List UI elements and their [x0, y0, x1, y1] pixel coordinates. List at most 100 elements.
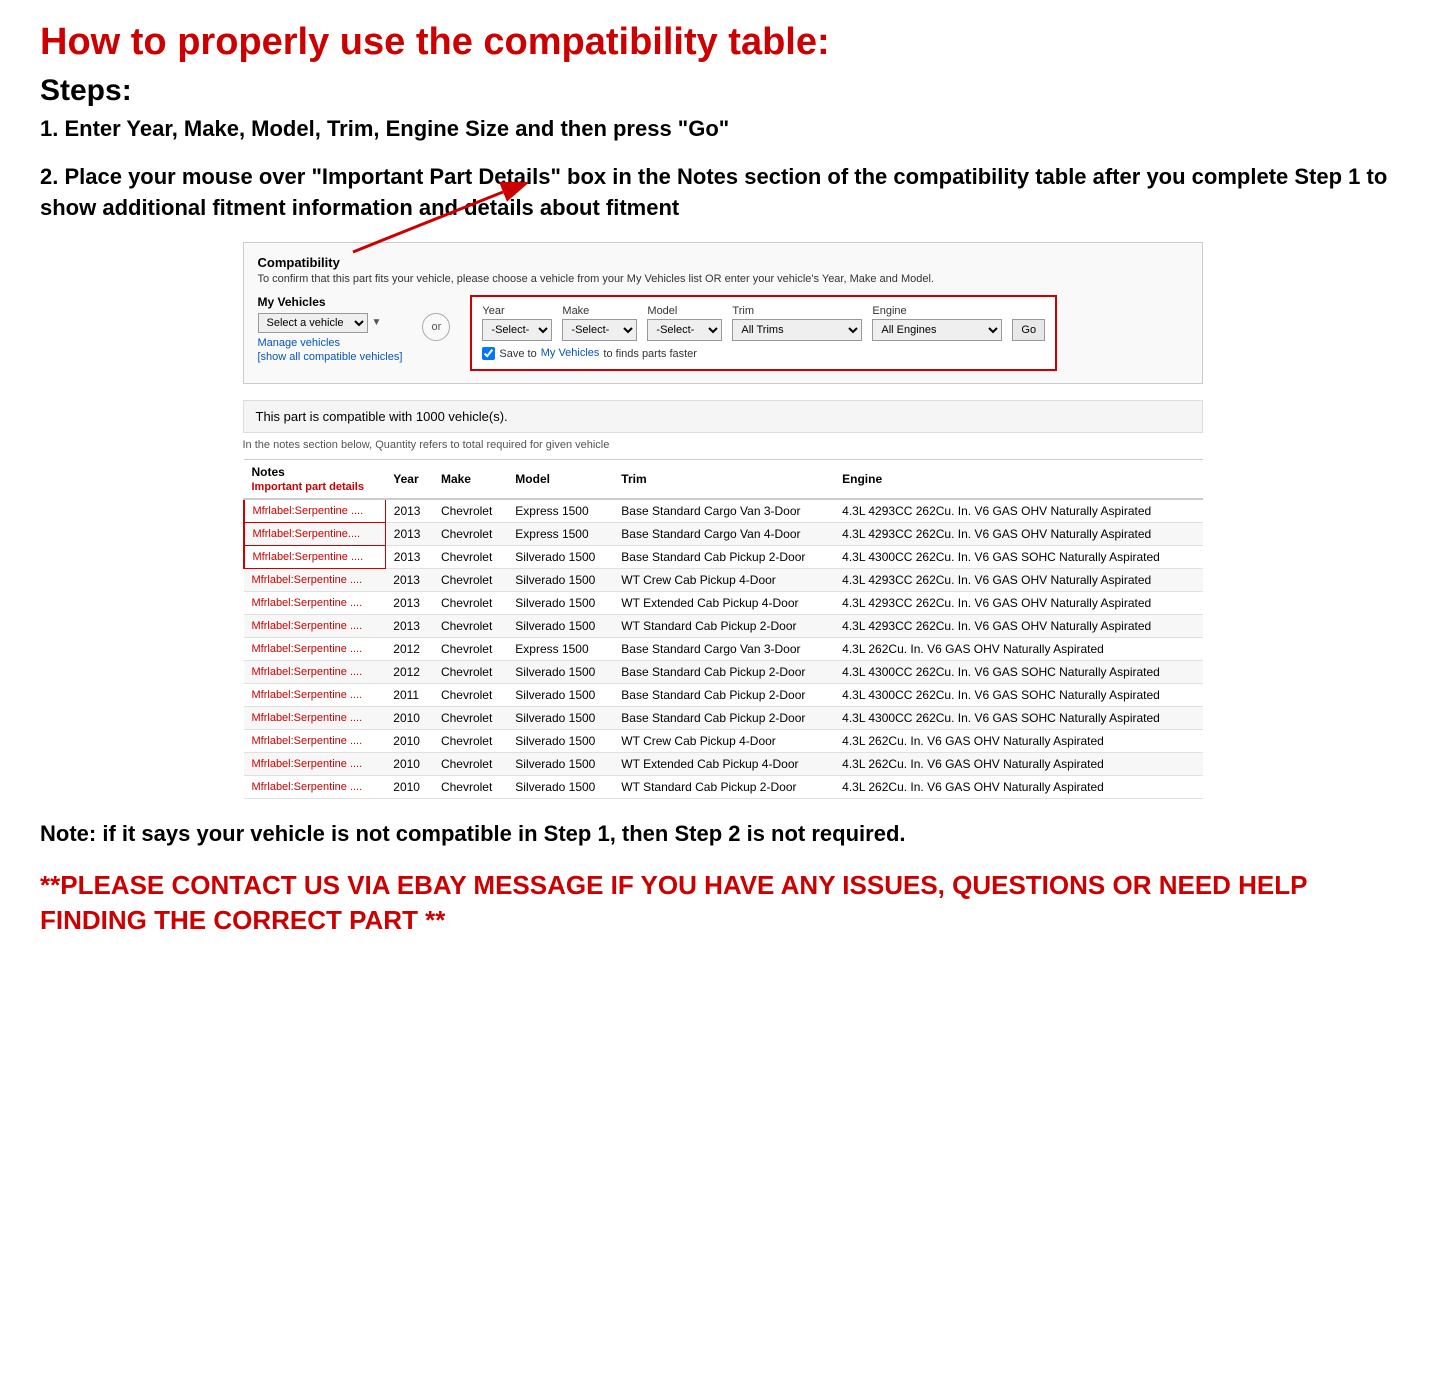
- year-field: Year -Select-: [482, 305, 552, 341]
- year-header: Year: [385, 459, 433, 499]
- year-select[interactable]: -Select-: [482, 319, 552, 341]
- contact-text: **PLEASE CONTACT US VIA EBAY MESSAGE IF …: [40, 868, 1405, 938]
- model-cell: Silverado 1500: [507, 775, 613, 798]
- arrow-annotation: [323, 182, 543, 262]
- save-my-vehicles-link[interactable]: My Vehicles: [541, 347, 600, 359]
- engine-cell: 4.3L 4293CC 262Cu. In. V6 GAS OHV Natura…: [834, 568, 1202, 591]
- trim-label: Trim: [732, 305, 862, 317]
- engine-cell: 4.3L 4293CC 262Cu. In. V6 GAS OHV Natura…: [834, 614, 1202, 637]
- make-cell: Chevrolet: [433, 775, 507, 798]
- make-cell: Chevrolet: [433, 683, 507, 706]
- model-field: Model -Select-: [647, 305, 722, 341]
- engine-select[interactable]: All Engines: [872, 319, 1002, 341]
- notes-cell: Mfrlabel:Serpentine ....: [244, 499, 386, 523]
- select-vehicle-dropdown[interactable]: Select a vehicle: [258, 313, 368, 333]
- model-cell: Express 1500: [507, 499, 613, 523]
- notes-cell: Mfrlabel:Serpentine ....: [244, 545, 386, 568]
- engine-cell: 4.3L 4293CC 262Cu. In. V6 GAS OHV Natura…: [834, 591, 1202, 614]
- notes-header: Notes Important part details: [244, 459, 386, 499]
- table-row: Mfrlabel:Serpentine ....2012ChevroletSil…: [244, 660, 1203, 683]
- step2-text: 2. Place your mouse over "Important Part…: [40, 162, 1405, 224]
- make-field: Make -Select-: [562, 305, 637, 341]
- trim-cell: WT Extended Cab Pickup 4-Door: [613, 591, 834, 614]
- engine-cell: 4.3L 4293CC 262Cu. In. V6 GAS OHV Natura…: [834, 499, 1202, 523]
- table-row: Mfrlabel:Serpentine ....2013ChevroletSil…: [244, 591, 1203, 614]
- make-cell: Chevrolet: [433, 591, 507, 614]
- table-row: Mfrlabel:Serpentine ....2013ChevroletSil…: [244, 614, 1203, 637]
- trim-field: Trim All Trims: [732, 305, 862, 341]
- compatibility-table: Notes Important part details Year Make M…: [243, 459, 1203, 799]
- engine-cell: 4.3L 4300CC 262Cu. In. V6 GAS SOHC Natur…: [834, 706, 1202, 729]
- table-row: Mfrlabel:Serpentine ....2013ChevroletSil…: [244, 568, 1203, 591]
- engine-label: Engine: [872, 305, 1002, 317]
- compatible-count: This part is compatible with 1000 vehicl…: [243, 400, 1203, 433]
- save-checkbox[interactable]: [482, 347, 495, 360]
- model-cell: Silverado 1500: [507, 683, 613, 706]
- trim-cell: WT Standard Cab Pickup 2-Door: [613, 775, 834, 798]
- notes-cell: Mfrlabel:Serpentine ....: [244, 683, 386, 706]
- year-make-section: Year -Select- Make -Select- Model: [470, 295, 1057, 371]
- year-cell: 2010: [385, 706, 433, 729]
- table-row: Mfrlabel:Serpentine ....2010ChevroletSil…: [244, 729, 1203, 752]
- model-cell: Silverado 1500: [507, 591, 613, 614]
- quantity-note: In the notes section below, Quantity ref…: [243, 439, 1203, 451]
- notes-cell: Mfrlabel:Serpentine ....: [244, 568, 386, 591]
- go-button[interactable]: Go: [1012, 319, 1045, 341]
- table-row: Mfrlabel:Serpentine ....2013ChevroletSil…: [244, 545, 1203, 568]
- make-cell: Chevrolet: [433, 522, 507, 545]
- show-all-compatible-link[interactable]: [show all compatible vehicles]: [258, 351, 403, 363]
- trim-cell: WT Crew Cab Pickup 4-Door: [613, 568, 834, 591]
- make-cell: Chevrolet: [433, 499, 507, 523]
- table-row: Mfrlabel:Serpentine....2013ChevroletExpr…: [244, 522, 1203, 545]
- trim-cell: Base Standard Cab Pickup 2-Door: [613, 683, 834, 706]
- year-cell: 2013: [385, 614, 433, 637]
- trim-cell: WT Crew Cab Pickup 4-Door: [613, 729, 834, 752]
- year-cell: 2012: [385, 660, 433, 683]
- table-row: Mfrlabel:Serpentine ....2012ChevroletExp…: [244, 637, 1203, 660]
- year-cell: 2011: [385, 683, 433, 706]
- engine-cell: 4.3L 4300CC 262Cu. In. V6 GAS SOHC Natur…: [834, 660, 1202, 683]
- trim-cell: WT Extended Cab Pickup 4-Door: [613, 752, 834, 775]
- make-header: Make: [433, 459, 507, 499]
- trim-cell: Base Standard Cargo Van 3-Door: [613, 637, 834, 660]
- notes-cell: Mfrlabel:Serpentine ....: [244, 752, 386, 775]
- table-row: Mfrlabel:Serpentine ....2010ChevroletSil…: [244, 775, 1203, 798]
- trim-cell: Base Standard Cargo Van 4-Door: [613, 522, 834, 545]
- notes-cell: Mfrlabel:Serpentine ....: [244, 706, 386, 729]
- year-cell: 2010: [385, 752, 433, 775]
- year-cell: 2010: [385, 729, 433, 752]
- notes-cell: Mfrlabel:Serpentine ....: [244, 614, 386, 637]
- make-label: Make: [562, 305, 637, 317]
- notes-cell: Mfrlabel:Serpentine ....: [244, 637, 386, 660]
- make-cell: Chevrolet: [433, 752, 507, 775]
- make-cell: Chevrolet: [433, 660, 507, 683]
- notes-cell: Mfrlabel:Serpentine ....: [244, 729, 386, 752]
- model-cell: Silverado 1500: [507, 706, 613, 729]
- model-select[interactable]: -Select-: [647, 319, 722, 341]
- manage-vehicles-link[interactable]: Manage vehicles: [258, 337, 403, 349]
- my-vehicles-label: My Vehicles: [258, 295, 403, 309]
- year-cell: 2010: [385, 775, 433, 798]
- table-row: Mfrlabel:Serpentine ....2010ChevroletSil…: [244, 706, 1203, 729]
- trim-select[interactable]: All Trims: [732, 319, 862, 341]
- year-cell: 2013: [385, 522, 433, 545]
- year-cell: 2013: [385, 568, 433, 591]
- model-label: Model: [647, 305, 722, 317]
- trim-cell: Base Standard Cab Pickup 2-Door: [613, 545, 834, 568]
- trim-cell: Base Standard Cab Pickup 2-Door: [613, 660, 834, 683]
- engine-cell: 4.3L 262Cu. In. V6 GAS OHV Naturally Asp…: [834, 752, 1202, 775]
- year-cell: 2012: [385, 637, 433, 660]
- engine-cell: 4.3L 262Cu. In. V6 GAS OHV Naturally Asp…: [834, 775, 1202, 798]
- year-cell: 2013: [385, 545, 433, 568]
- notes-cell: Mfrlabel:Serpentine ....: [244, 660, 386, 683]
- table-row: Mfrlabel:Serpentine ....2013ChevroletExp…: [244, 499, 1203, 523]
- main-title: How to properly use the compatibility ta…: [40, 20, 1405, 66]
- engine-cell: 4.3L 262Cu. In. V6 GAS OHV Naturally Asp…: [834, 729, 1202, 752]
- year-cell: 2013: [385, 499, 433, 523]
- make-select[interactable]: -Select-: [562, 319, 637, 341]
- model-cell: Silverado 1500: [507, 752, 613, 775]
- engine-cell: 4.3L 4300CC 262Cu. In. V6 GAS SOHC Natur…: [834, 545, 1202, 568]
- model-cell: Express 1500: [507, 522, 613, 545]
- year-label: Year: [482, 305, 552, 317]
- save-row: Save to My Vehicles to finds parts faste…: [482, 347, 1045, 361]
